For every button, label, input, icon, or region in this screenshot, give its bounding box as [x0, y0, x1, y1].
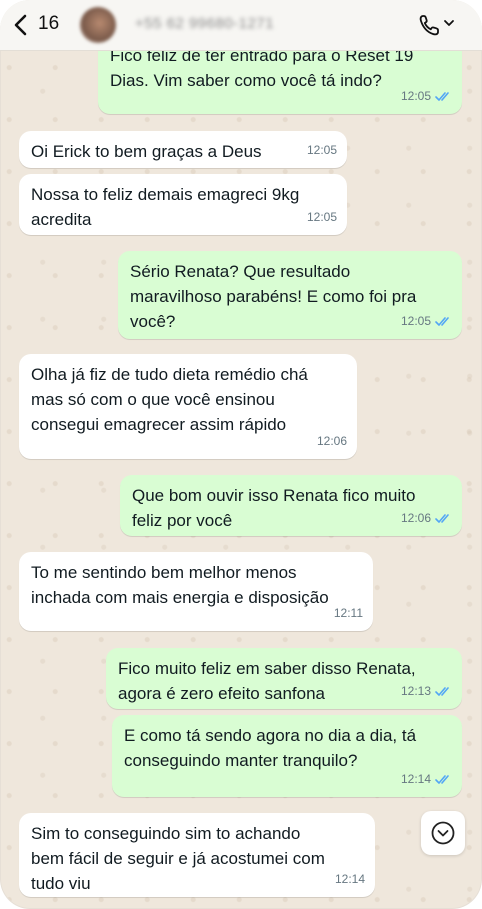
contact-name[interactable]: +55 62 99680-1271 [135, 15, 274, 32]
scroll-to-bottom-button[interactable] [421, 811, 465, 855]
message-time: 12:05 [306, 210, 337, 224]
message-bubble-incoming[interactable]: Nossa to feliz demais emagreci 9kg acred… [19, 174, 347, 235]
message-time: 12:14 [400, 772, 431, 786]
double-check-icon [435, 317, 449, 326]
contact-avatar[interactable] [80, 7, 116, 43]
chevron-down-circle-icon [431, 821, 455, 845]
message-bubble-incoming[interactable]: Sim to conseguindo sim to achando bem fá… [19, 813, 375, 897]
double-check-icon [435, 775, 449, 784]
message-meta: 12:05 [307, 138, 337, 163]
double-check-icon [435, 514, 449, 523]
message-text: Nossa to feliz demais emagreci 9kg acred… [31, 185, 300, 229]
message-time: 12:05 [400, 89, 431, 103]
message-meta: 12:11 [334, 601, 363, 626]
message-meta: 12:05 [401, 84, 452, 109]
message-bubble-outgoing[interactable]: Fico muito feliz em saber disso Renata, … [106, 648, 462, 709]
message-time: 12:05 [400, 314, 431, 328]
message-bubble-incoming[interactable]: Olha já fiz de tudo dieta remédio chá ma… [19, 354, 357, 459]
chevron-down-icon[interactable] [443, 18, 455, 28]
message-meta: 12:13 [401, 679, 452, 704]
chat-header: 16 +55 62 99680-1271 [0, 0, 482, 51]
message-bubble-outgoing[interactable]: Que bom ouvir isso Renata fico muito fel… [120, 475, 462, 536]
double-check-icon [435, 92, 449, 101]
back-chevron-icon[interactable] [12, 13, 30, 37]
message-meta: 12:14 [401, 767, 452, 792]
message-text: Oi Erick to bem graças a Deus [31, 142, 262, 161]
message-text: E como tá sendo agora no dia a dia, tá c… [124, 726, 417, 770]
message-time: 12:13 [400, 684, 431, 698]
message-bubble-outgoing[interactable]: Sério Renata? Que resultado maravilhoso … [118, 251, 462, 339]
message-time: 12:06 [400, 511, 431, 525]
phone-call-icon[interactable] [418, 13, 440, 37]
unread-count[interactable]: 16 [38, 13, 59, 35]
message-meta: 12:14 [335, 867, 365, 892]
message-meta: 12:06 [317, 429, 347, 454]
message-bubble-outgoing[interactable]: E como tá sendo agora no dia a dia, tá c… [112, 715, 462, 797]
message-meta: 12:05 [401, 309, 452, 334]
double-check-icon [435, 687, 449, 696]
message-text: Sim to conseguindo sim to achando bem fá… [31, 824, 325, 893]
message-meta: 12:06 [401, 506, 452, 531]
message-bubble-incoming[interactable]: To me sentindo bem melhor menos inchada … [19, 552, 373, 631]
message-time: 12:05 [306, 143, 337, 157]
message-text: Olha já fiz de tudo dieta remédio chá ma… [31, 365, 308, 434]
chat-screen: 16 +55 62 99680-1271 Fico feliz de ter e… [0, 0, 482, 909]
message-time: 12:11 [333, 606, 363, 620]
message-time: 12:14 [334, 872, 365, 886]
message-meta: 12:05 [307, 205, 337, 230]
message-text: To me sentindo bem melhor menos inchada … [31, 563, 329, 607]
message-time: 12:06 [316, 434, 347, 448]
message-bubble-incoming[interactable]: Oi Erick to bem graças a Deus 12:05 [19, 131, 347, 168]
